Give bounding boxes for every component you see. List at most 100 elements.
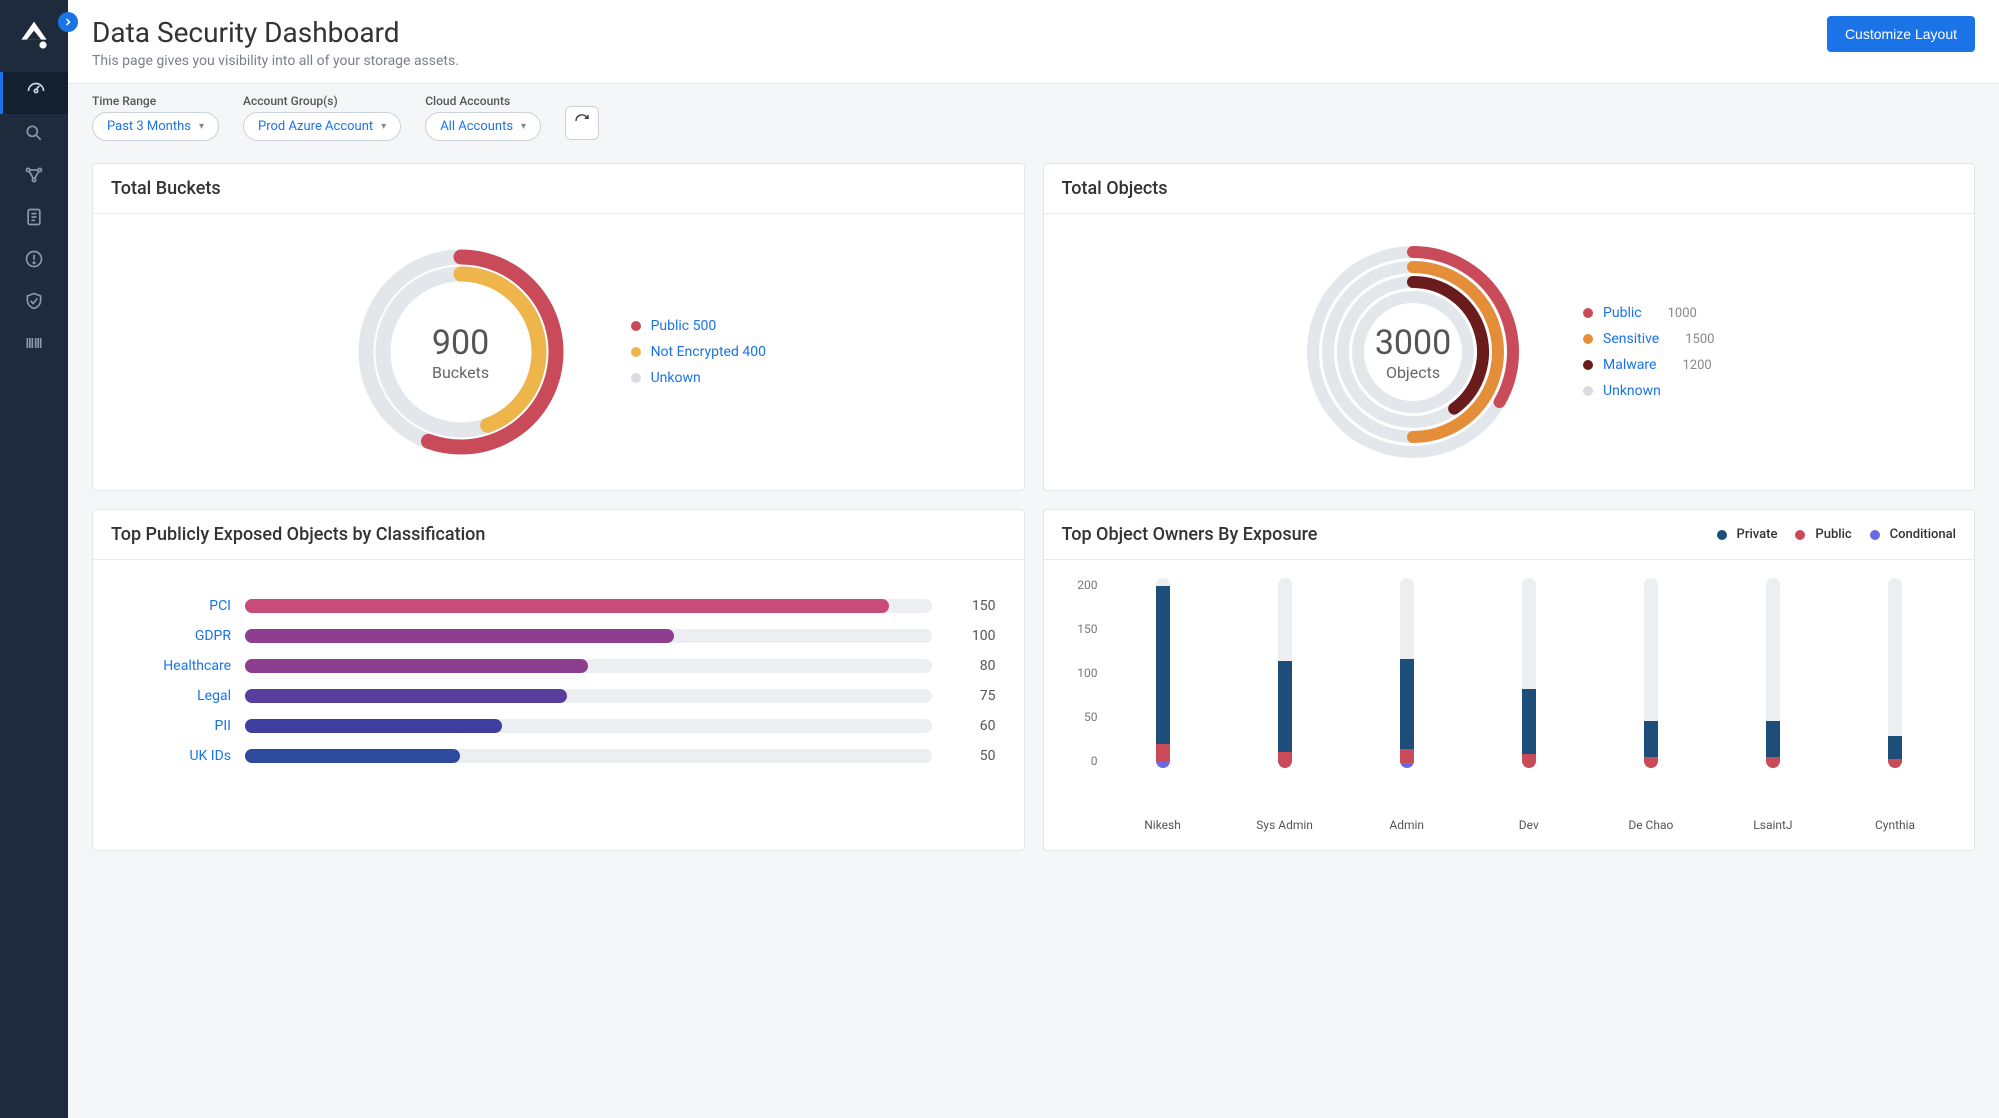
customize-layout-button[interactable]: Customize Layout <box>1827 16 1975 52</box>
nav-graph[interactable] <box>0 156 68 198</box>
legend-item[interactable]: Public 1000 <box>1583 305 1714 321</box>
column-segment <box>1888 736 1902 759</box>
legend-item[interactable]: Unknown <box>1583 383 1714 399</box>
refresh-button[interactable] <box>565 106 599 140</box>
y-tick: 150 <box>1077 622 1097 636</box>
x-label: Cynthia <box>1834 818 1956 832</box>
x-label: Admin <box>1346 818 1468 832</box>
x-label: De Chao <box>1590 818 1712 832</box>
column-segment <box>1522 754 1536 768</box>
header: Data Security Dashboard This page gives … <box>68 0 1999 84</box>
legend-item[interactable]: Unkown <box>631 370 766 386</box>
document-icon <box>24 207 44 231</box>
column-bar[interactable] <box>1400 578 1414 768</box>
column-segment <box>1156 761 1170 768</box>
legend-dot-icon <box>1795 530 1805 540</box>
column-bar[interactable] <box>1522 578 1536 768</box>
hbar-label: UK IDs <box>121 748 231 764</box>
hbar-track <box>245 599 932 613</box>
column-bar[interactable] <box>1278 578 1292 768</box>
time-range-select[interactable]: Past 3 Months ▾ <box>92 112 219 141</box>
column-segment <box>1400 763 1414 768</box>
legend-item[interactable]: Malware 1200 <box>1583 357 1714 373</box>
x-label: LsaintJ <box>1712 818 1834 832</box>
y-tick: 200 <box>1077 578 1097 592</box>
legend-item[interactable]: Public 500 <box>631 318 766 334</box>
column-segment <box>1278 661 1292 751</box>
hbar-label: GDPR <box>121 628 231 644</box>
hbar-row[interactable]: Legal 75 <box>121 688 996 704</box>
owners-column-chart: 200150100500 NikeshSys AdminAdminDevDe C… <box>1044 560 1975 850</box>
hbar-row[interactable]: PII 60 <box>121 718 996 734</box>
barcode-icon <box>24 333 44 357</box>
legend-item[interactable]: Public <box>1795 527 1851 542</box>
hbar-row[interactable]: PCI 150 <box>121 598 996 614</box>
x-label: Sys Admin <box>1224 818 1346 832</box>
hbar-value: 60 <box>946 718 996 734</box>
buckets-donut-chart: 900 Buckets <box>351 242 571 462</box>
nav-compliance[interactable] <box>0 198 68 240</box>
buckets-total: 900 <box>432 323 489 363</box>
column-segment <box>1278 752 1292 768</box>
logo-icon <box>14 16 54 56</box>
hbar-fill <box>245 749 460 763</box>
page-subtitle: This page gives you visibility into all … <box>92 53 459 69</box>
column-segment <box>1644 757 1658 768</box>
column-segment <box>1156 586 1170 744</box>
column-segment <box>1766 721 1780 757</box>
column-bar[interactable] <box>1888 578 1902 768</box>
legend-dot-icon <box>631 321 641 331</box>
nav-security[interactable] <box>0 282 68 324</box>
account-groups-select[interactable]: Prod Azure Account ▾ <box>243 112 401 141</box>
x-label: Nikesh <box>1102 818 1224 832</box>
column-segment <box>1888 759 1902 768</box>
time-range-label: Time Range <box>92 94 219 108</box>
card-total-objects: Total Objects 3000 Objects Public 1000 S… <box>1043 163 1976 491</box>
legend-dot-icon <box>631 347 641 357</box>
sidebar <box>0 0 68 1118</box>
hbar-row[interactable]: GDPR 100 <box>121 628 996 644</box>
hbar-row[interactable]: UK IDs 50 <box>121 748 996 764</box>
legend-dot-icon <box>1583 360 1593 370</box>
column-segment <box>1400 749 1414 763</box>
hbar-row[interactable]: Healthcare 80 <box>121 658 996 674</box>
alert-icon <box>24 249 44 273</box>
legend-item[interactable]: Private <box>1717 527 1778 542</box>
y-tick: 50 <box>1084 710 1098 724</box>
hbar-fill <box>245 659 588 673</box>
network-icon <box>24 165 44 189</box>
cloud-accounts-select[interactable]: All Accounts ▾ <box>425 112 541 141</box>
legend-item[interactable]: Not Encrypted 400 <box>631 344 766 360</box>
nav-search[interactable] <box>0 114 68 156</box>
nav-inventory[interactable] <box>0 324 68 366</box>
page-title: Data Security Dashboard <box>92 16 459 49</box>
card-total-buckets: Total Buckets 900 Buckets Public 500 Not… <box>92 163 1025 491</box>
legend-item[interactable]: Sensitive 1500 <box>1583 331 1714 347</box>
gauge-icon <box>26 81 46 105</box>
card-title: Top Object Owners By Exposure <box>1062 524 1318 545</box>
column-bar[interactable] <box>1156 578 1170 768</box>
card-title: Total Objects <box>1044 164 1975 214</box>
objects-total: 3000 <box>1375 323 1451 363</box>
hbar-track <box>245 719 932 733</box>
nav-dashboard[interactable] <box>0 72 68 114</box>
collapse-sidebar-button[interactable] <box>58 12 78 32</box>
hbar-fill <box>245 629 674 643</box>
hbar-track <box>245 689 932 703</box>
legend-item[interactable]: Conditional <box>1870 527 1956 542</box>
y-tick: 0 <box>1091 754 1098 768</box>
column-bar[interactable] <box>1766 578 1780 768</box>
card-title: Total Buckets <box>93 164 1024 214</box>
nav-alerts[interactable] <box>0 240 68 282</box>
account-groups-label: Account Group(s) <box>243 94 401 108</box>
objects-rings-chart: 3000 Objects <box>1303 242 1523 462</box>
column-bar[interactable] <box>1644 578 1658 768</box>
column-segment <box>1766 757 1780 768</box>
hbar-label: Legal <box>121 688 231 704</box>
cloud-accounts-label: Cloud Accounts <box>425 94 541 108</box>
hbar-track <box>245 629 932 643</box>
legend-dot-icon <box>631 373 641 383</box>
card-exposed-by-classification: Top Publicly Exposed Objects by Classifi… <box>92 509 1025 851</box>
column-segment <box>1644 721 1658 757</box>
nav <box>0 72 68 366</box>
